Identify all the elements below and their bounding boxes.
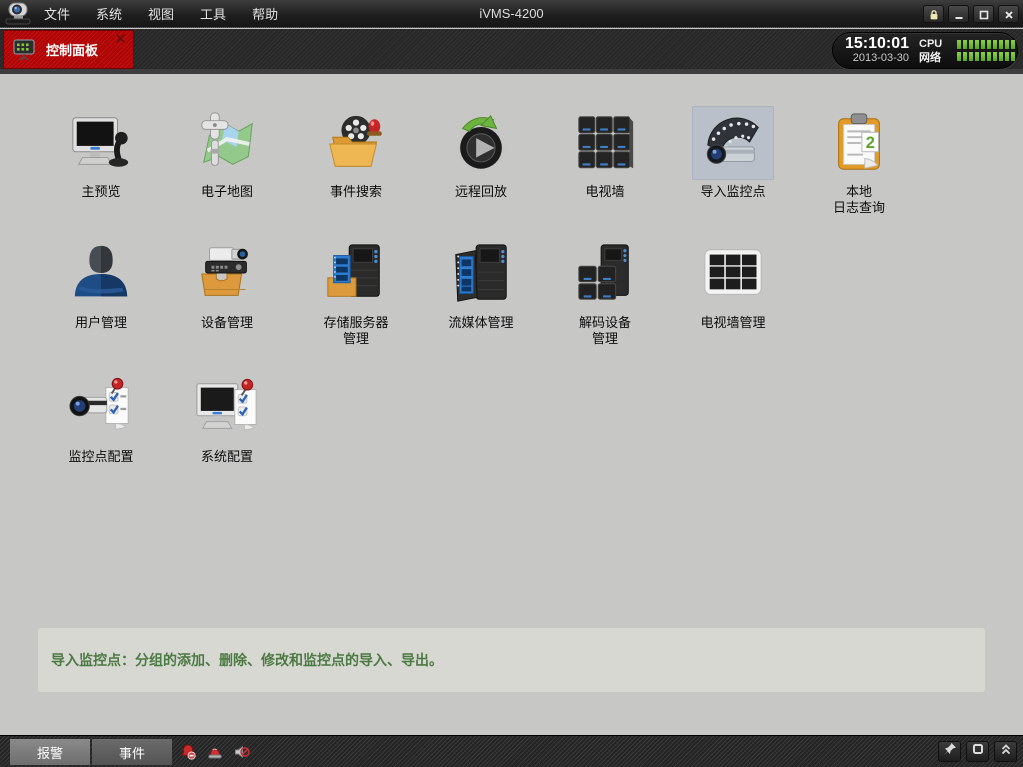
clock-time: 15:10:01 <box>833 36 909 53</box>
tile-event-search[interactable]: 事件搜索 <box>291 106 421 200</box>
maximize-button[interactable] <box>973 5 994 23</box>
tile-decoder[interactable]: 解码设备管理 <box>540 237 670 347</box>
import-camera-icon <box>692 106 774 180</box>
camera-config-icon <box>60 371 142 445</box>
tile-label: 本地日志查询 <box>794 184 924 216</box>
tile-label: 导入监控点 <box>668 184 798 200</box>
svg-text:2: 2 <box>866 134 875 152</box>
system-monitor-pill: 15:10:01 2013-03-30 CPU 网络 <box>832 32 1018 69</box>
tile-label: 解码设备管理 <box>540 315 670 347</box>
tile-stream-media[interactable]: 流媒体管理 <box>416 237 546 331</box>
event-tab[interactable]: 事件 <box>92 739 172 765</box>
clock-date: 2013-03-30 <box>833 53 909 65</box>
tab-close-icon[interactable]: ✕ <box>114 33 127 47</box>
tile-label: 设备管理 <box>162 315 292 331</box>
alarm-tab[interactable]: 报警 <box>10 739 90 765</box>
minimize-button[interactable] <box>948 5 969 23</box>
audio-mute-icon[interactable] <box>234 744 250 765</box>
tab-bar: 控制面板 ✕ 15:10:01 2013-03-30 CPU 网络 <box>0 29 1023 74</box>
tile-label: 远程回放 <box>416 184 546 200</box>
tile-label: 电视墙管理 <box>668 315 798 331</box>
menu-item-system[interactable]: 系统 <box>96 4 122 23</box>
network-label: 网络 <box>919 51 955 65</box>
emap-icon <box>186 106 268 180</box>
minimize-icon <box>953 8 965 20</box>
menu-item-tools[interactable]: 工具 <box>200 4 226 23</box>
tile-import-camera[interactable]: 导入监控点 <box>668 106 798 200</box>
control-panel-icon <box>12 38 36 62</box>
cpu-usage-meter <box>957 40 1015 49</box>
close-button[interactable] <box>998 5 1019 23</box>
tile-label: 监控点配置 <box>36 449 166 465</box>
event-search-icon <box>315 106 397 180</box>
tv-wall-icon <box>564 106 646 180</box>
lock-icon <box>928 8 940 20</box>
tile-emap[interactable]: 电子地图 <box>162 106 292 200</box>
panel-restore-icon <box>971 742 985 761</box>
title-bar: 文件 系统 视图 工具 帮助 iVMS-4200 <box>0 0 1023 28</box>
status-bar-buttons <box>938 741 1017 762</box>
siren-icon[interactable] <box>207 744 223 765</box>
tile-tv-wall-mgmt[interactable]: 电视墙管理 <box>668 237 798 331</box>
local-log-icon: 2 <box>818 106 900 180</box>
tile-label: 电视墙 <box>540 184 670 200</box>
panel-restore-button[interactable] <box>966 741 989 762</box>
cpu-label: CPU <box>919 37 955 51</box>
window-controls <box>923 5 1019 23</box>
user-management-icon <box>60 237 142 311</box>
tab-label: 控制面板 <box>46 40 98 59</box>
remote-playback-icon <box>440 106 522 180</box>
lock-button[interactable] <box>923 5 944 23</box>
tile-local-log[interactable]: 2 本地日志查询 <box>794 106 924 216</box>
pin-icon <box>943 742 957 761</box>
collapse-icon <box>999 742 1013 761</box>
menu-bar-items: 文件 系统 视图 工具 帮助 <box>0 4 278 23</box>
function-description-text: 导入监控点：分组的添加、删除、修改和监控点的导入、导出。 <box>51 650 443 670</box>
status-bar-icons <box>180 744 250 765</box>
maximize-icon <box>978 8 990 20</box>
cctv-camera-logo-icon <box>2 1 36 27</box>
window-title: iVMS-4200 <box>479 6 543 21</box>
stream-media-icon <box>440 237 522 311</box>
pin-button[interactable] <box>938 741 961 762</box>
menu-item-view[interactable]: 视图 <box>148 4 174 23</box>
tile-label: 存储服务器管理 <box>291 315 421 347</box>
menu-item-help[interactable]: 帮助 <box>252 4 278 23</box>
storage-server-icon <box>315 237 397 311</box>
status-bar: 报警 事件 <box>0 735 1023 767</box>
menu-item-file[interactable]: 文件 <box>44 4 70 23</box>
tile-tv-wall[interactable]: 电视墙 <box>540 106 670 200</box>
tile-label: 系统配置 <box>162 449 292 465</box>
tile-label: 主预览 <box>36 184 166 200</box>
main-preview-icon <box>60 106 142 180</box>
collapse-button[interactable] <box>994 741 1017 762</box>
tile-main-preview[interactable]: 主预览 <box>36 106 166 200</box>
tile-device-management[interactable]: 设备管理 <box>162 237 292 331</box>
tile-storage-server[interactable]: 存储服务器管理 <box>291 237 421 347</box>
tab-control-panel[interactable]: 控制面板 ✕ <box>3 30 134 69</box>
tile-camera-config[interactable]: 监控点配置 <box>36 371 166 465</box>
device-management-icon <box>186 237 268 311</box>
tile-user-management[interactable]: 用户管理 <box>36 237 166 331</box>
tile-label: 事件搜索 <box>291 184 421 200</box>
close-icon <box>1003 8 1015 20</box>
tile-label: 用户管理 <box>36 315 166 331</box>
network-usage-meter <box>957 52 1015 61</box>
alarm-clear-icon[interactable] <box>180 744 196 765</box>
tile-remote-playback[interactable]: 远程回放 <box>416 106 546 200</box>
system-config-icon <box>186 371 268 445</box>
tv-wall-mgmt-icon <box>692 237 774 311</box>
decoder-icon <box>564 237 646 311</box>
app-window: 文件 系统 视图 工具 帮助 iVMS-4200 控制面板 ✕ 15:10:01 <box>0 0 1023 767</box>
tile-system-config[interactable]: 系统配置 <box>162 371 292 465</box>
tile-label: 流媒体管理 <box>416 315 546 331</box>
function-description-box: 导入监控点：分组的添加、删除、修改和监控点的导入、导出。 <box>38 628 985 692</box>
tile-label: 电子地图 <box>162 184 292 200</box>
